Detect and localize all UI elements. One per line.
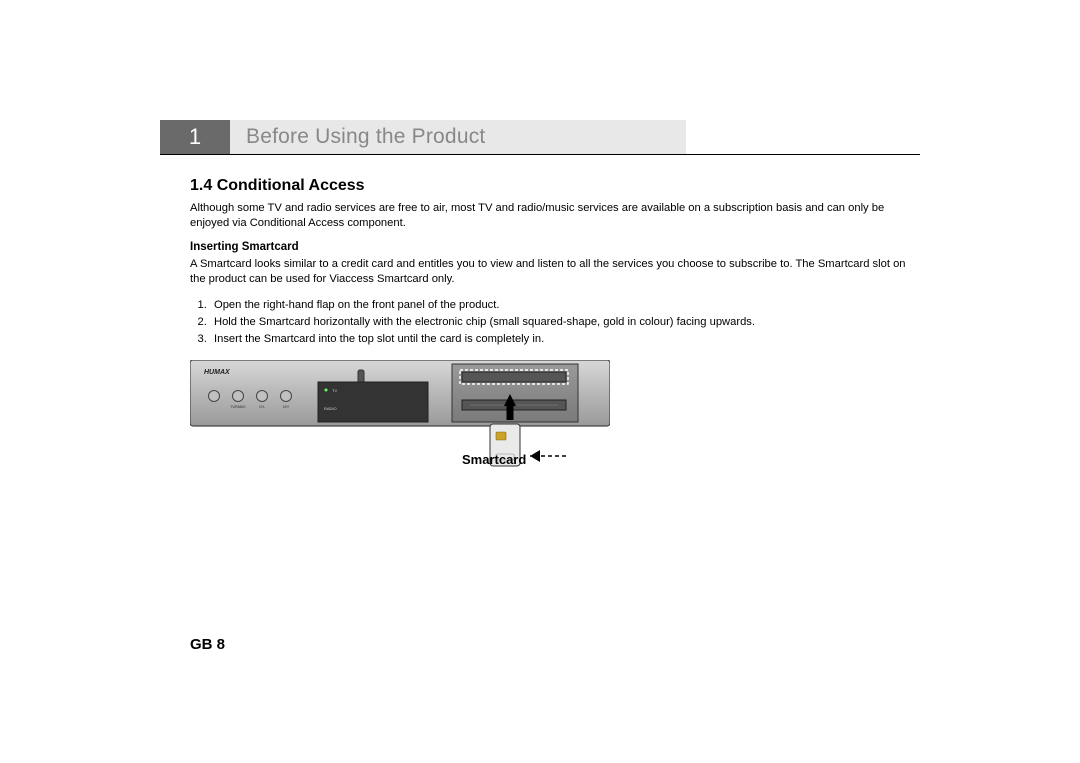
steps-list: Open the right-hand flap on the front pa…	[190, 297, 920, 347]
chapter-header: 1 Before Using the Product	[160, 120, 920, 155]
step-item: Hold the Smartcard horizontally with the…	[210, 314, 920, 331]
step-item: Open the right-hand flap on the front pa…	[210, 297, 920, 314]
chapter-title: Before Using the Product	[230, 120, 686, 154]
section-heading: 1.4 Conditional Access	[190, 177, 920, 195]
svg-text:RADIO: RADIO	[324, 406, 337, 411]
page-footer: GB 8	[190, 636, 225, 653]
subsection-heading: Inserting Smartcard	[190, 241, 920, 253]
manual-page: 1 Before Using the Product 1.4 Condition…	[0, 0, 1080, 481]
chapter-number: 1	[160, 120, 230, 154]
chapter-header-tail	[686, 120, 920, 154]
svg-text:TV: TV	[332, 388, 337, 393]
device-svg: HUMAX TV/RADIO CH- CH+ TV RADIO	[190, 360, 610, 476]
svg-text:CH+: CH+	[283, 405, 290, 409]
section-intro-text: Although some TV and radio services are …	[190, 201, 920, 231]
svg-text:CH-: CH-	[259, 405, 265, 409]
svg-text:TV/RADIO: TV/RADIO	[230, 405, 246, 409]
device-illustration: HUMAX TV/RADIO CH- CH+ TV RADIO	[190, 360, 920, 481]
brand-label: HUMAX	[204, 369, 231, 376]
smartcard-label: Smartcard	[462, 452, 526, 467]
pointer-arrow-icon	[530, 450, 566, 462]
subsection-intro-text: A Smartcard looks similar to a credit ca…	[190, 257, 920, 287]
step-item: Insert the Smartcard into the top slot u…	[210, 331, 920, 348]
